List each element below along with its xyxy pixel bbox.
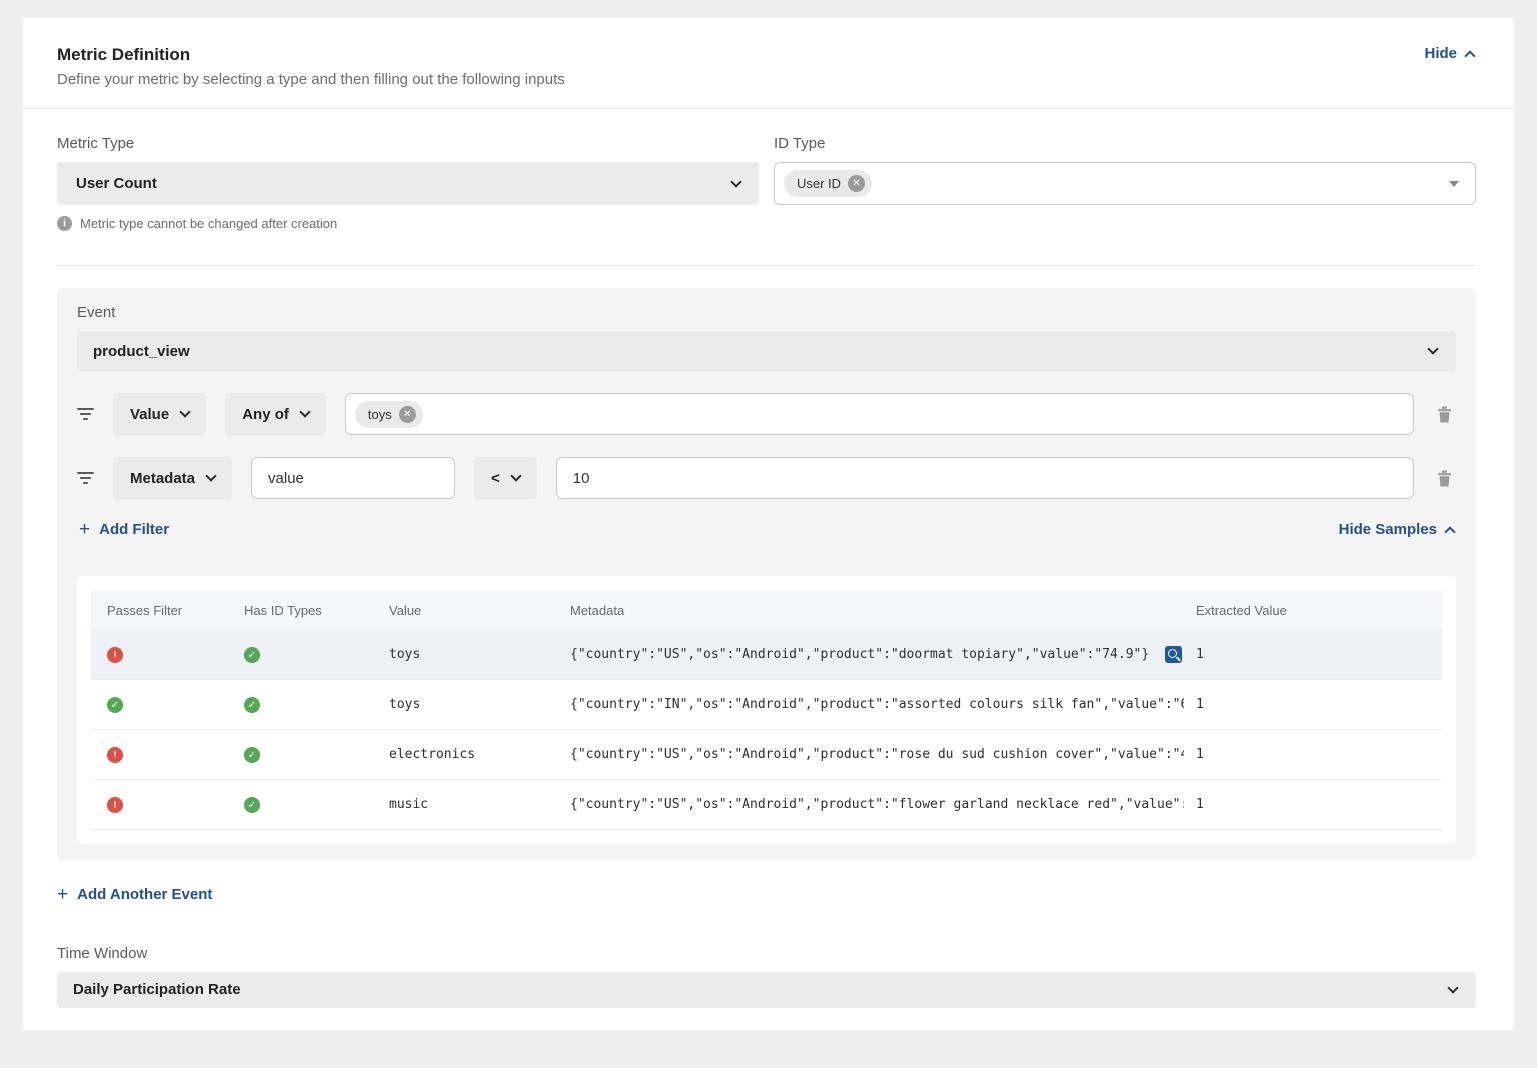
sample-extracted-value: 1 bbox=[1196, 747, 1204, 762]
caret-down-icon bbox=[1449, 180, 1459, 187]
chevron-down-icon bbox=[299, 406, 311, 418]
has-id-check-icon: ✓ bbox=[244, 647, 260, 664]
add-another-event-label: Add Another Event bbox=[77, 886, 213, 903]
add-filter-link[interactable]: + Add Filter bbox=[79, 518, 170, 540]
sample-metadata: {"country":"US","os":"Android","product"… bbox=[570, 797, 1184, 812]
plus-icon: + bbox=[79, 518, 91, 540]
delete-filter-button[interactable] bbox=[1433, 470, 1456, 487]
add-filter-label: Add Filter bbox=[99, 521, 170, 538]
column-header: Passes Filter bbox=[107, 602, 183, 618]
filter-field-label: Metadata bbox=[130, 469, 196, 487]
has-id-check-icon: ✓ bbox=[244, 747, 260, 764]
filter-operator-label: Any of bbox=[242, 405, 289, 423]
metadata-value-input[interactable] bbox=[555, 457, 1414, 499]
remove-chip-icon[interactable]: ✕ bbox=[398, 405, 416, 423]
filter-icon bbox=[77, 472, 94, 484]
card-header: Metric Definition Define your metric by … bbox=[23, 18, 1514, 109]
passes-filter-error-icon: ! bbox=[107, 747, 123, 764]
column-header: Extracted Value bbox=[1196, 602, 1287, 618]
filter-values-input[interactable]: toys ✕ bbox=[344, 393, 1414, 435]
table-body: ! ✓ toys {"country":"US","os":"Android",… bbox=[91, 630, 1442, 830]
time-window-value: Daily Participation Rate bbox=[73, 981, 241, 998]
passes-filter-error-icon: ! bbox=[107, 797, 123, 814]
column-header: Metadata bbox=[570, 602, 625, 618]
trash-icon bbox=[1438, 470, 1451, 486]
metric-type-note: i Metric type cannot be changed after cr… bbox=[57, 216, 759, 231]
trash-icon bbox=[1438, 406, 1451, 422]
id-type-chip[interactable]: User ID ✕ bbox=[784, 170, 873, 197]
metric-type-select[interactable]: User Count bbox=[57, 162, 759, 205]
remove-chip-icon[interactable]: ✕ bbox=[848, 175, 866, 192]
column-header: Value bbox=[389, 602, 422, 618]
add-another-event-link[interactable]: + Add Another Event bbox=[57, 883, 213, 905]
chevron-up-icon bbox=[1464, 49, 1476, 62]
filter-row-metadata: Metadata < bbox=[77, 457, 1456, 499]
chevron-down-icon bbox=[179, 406, 191, 418]
chevron-down-icon bbox=[205, 470, 217, 482]
passes-filter-check-icon: ✓ bbox=[107, 697, 123, 714]
event-select[interactable]: product_view bbox=[77, 331, 1456, 371]
chevron-down-icon bbox=[730, 175, 742, 188]
id-type-chip-label: User ID bbox=[797, 176, 842, 191]
metric-type-value: User Count bbox=[76, 175, 157, 192]
metric-type-note-text: Metric type cannot be changed after crea… bbox=[80, 216, 338, 231]
table-row[interactable]: ✓ ✓ toys {"country":"IN","os":"Android",… bbox=[91, 680, 1442, 730]
filter-field-select[interactable]: Metadata bbox=[113, 457, 233, 499]
sample-metadata: {"country":"IN","os":"Android","product"… bbox=[570, 697, 1184, 712]
column-header: Has ID Types bbox=[244, 602, 322, 618]
passes-filter-error-icon: ! bbox=[107, 647, 123, 664]
table-header-row: Passes Filter Has ID Types Value Metadat… bbox=[91, 590, 1442, 630]
metric-type-label: Metric Type bbox=[57, 135, 135, 152]
chevron-down-icon bbox=[1427, 343, 1439, 355]
chevron-down-icon bbox=[1447, 981, 1459, 994]
sample-value: toys bbox=[389, 697, 421, 712]
filter-field-label: Value bbox=[130, 405, 170, 423]
plus-icon: + bbox=[57, 883, 69, 905]
sample-extracted-value: 1 bbox=[1196, 697, 1204, 712]
event-label: Event bbox=[77, 304, 116, 321]
page-subtitle: Define your metric by selecting a type a… bbox=[57, 71, 565, 88]
event-card: Event product_view Value Any of toys ✕ M… bbox=[57, 288, 1476, 860]
hide-samples-label: Hide Samples bbox=[1338, 521, 1437, 538]
time-window-label: Time Window bbox=[57, 944, 148, 962]
sample-metadata: {"country":"US","os":"Android","product"… bbox=[554, 646, 1184, 663]
metric-definition-card: Metric Definition Define your metric by … bbox=[23, 18, 1514, 1030]
sample-extracted-value: 1 bbox=[1196, 647, 1204, 662]
sample-value: music bbox=[389, 797, 429, 812]
sample-extracted-value: 1 bbox=[1196, 797, 1204, 812]
table-row[interactable]: ! ✓ music {"country":"US","os":"Android"… bbox=[91, 780, 1442, 830]
filter-field-select[interactable]: Value bbox=[113, 393, 207, 435]
id-type-label: ID Type bbox=[774, 135, 826, 152]
comparison-operator-label: < bbox=[491, 469, 500, 487]
comparison-operator-select[interactable]: < bbox=[474, 457, 537, 499]
preview-metadata-icon[interactable] bbox=[1165, 646, 1182, 663]
hide-link-label: Hide bbox=[1424, 45, 1457, 62]
table-row[interactable]: ! ✓ electronics {"country":"US","os":"An… bbox=[91, 730, 1442, 780]
sample-metadata: {"country":"US","os":"Android","product"… bbox=[570, 747, 1184, 762]
hide-section-link[interactable]: Hide bbox=[1424, 45, 1476, 62]
sample-value: electronics bbox=[389, 747, 476, 762]
section-divider bbox=[57, 265, 1476, 266]
sample-value: toys bbox=[389, 647, 421, 662]
samples-panel: Passes Filter Has ID Types Value Metadat… bbox=[77, 576, 1456, 844]
delete-filter-button[interactable] bbox=[1433, 406, 1456, 423]
has-id-check-icon: ✓ bbox=[244, 697, 260, 714]
filter-operator-select[interactable]: Any of bbox=[225, 393, 326, 435]
filter-row-value: Value Any of toys ✕ bbox=[77, 393, 1456, 435]
filter-value-chip[interactable]: toys ✕ bbox=[354, 400, 423, 428]
filter-value-chip-label: toys bbox=[367, 406, 392, 422]
info-icon: i bbox=[57, 216, 72, 231]
chevron-down-icon bbox=[510, 470, 522, 482]
hide-samples-link[interactable]: Hide Samples bbox=[1338, 521, 1456, 538]
id-type-select[interactable]: User ID ✕ bbox=[774, 162, 1476, 205]
metadata-key-input[interactable] bbox=[251, 457, 456, 499]
filter-icon bbox=[77, 408, 94, 420]
time-window-select[interactable]: Daily Participation Rate bbox=[57, 971, 1476, 1008]
chevron-up-icon bbox=[1444, 525, 1456, 538]
has-id-check-icon: ✓ bbox=[244, 797, 260, 814]
table-row[interactable]: ! ✓ toys {"country":"US","os":"Android",… bbox=[91, 630, 1442, 680]
event-value: product_view bbox=[93, 342, 190, 360]
page-title: Metric Definition bbox=[57, 45, 191, 64]
